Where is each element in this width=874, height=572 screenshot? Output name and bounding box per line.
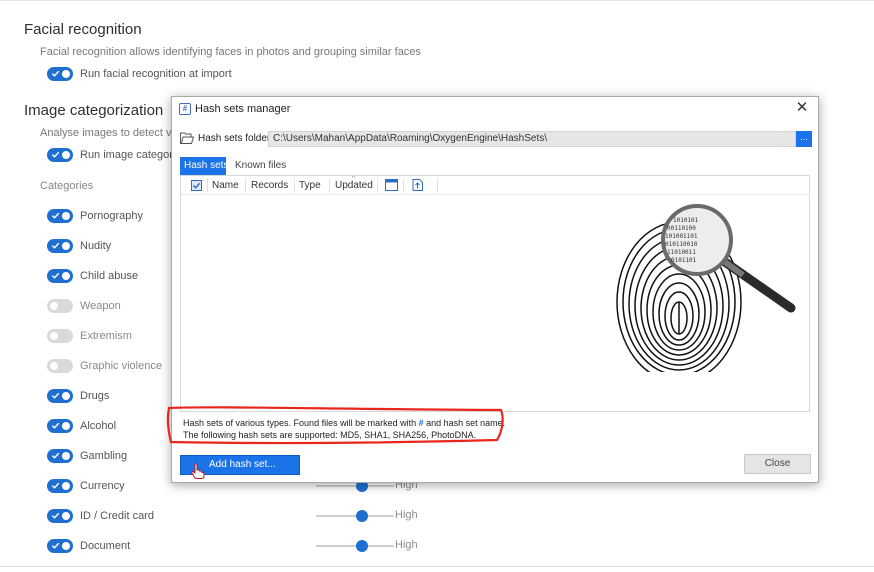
hash-sets-grid[interactable]: Name Records Type ^ Updated 1010101 0011… xyxy=(180,175,810,412)
check-icon xyxy=(51,212,60,219)
check-icon xyxy=(51,542,60,549)
check-icon xyxy=(192,182,201,189)
category-row[interactable]: Weapon xyxy=(47,299,121,313)
hand-cursor-icon xyxy=(191,463,205,479)
svg-text:11010011: 11010011 xyxy=(667,249,696,256)
category-label: Nudity xyxy=(80,240,112,252)
category-row[interactable]: ID / Credit card xyxy=(47,509,154,523)
check-icon xyxy=(51,242,60,249)
window-column-icon[interactable] xyxy=(385,179,398,191)
category-toggle[interactable] xyxy=(47,299,73,313)
dialog-title: Hash sets manager xyxy=(195,103,291,115)
category-toggle[interactable] xyxy=(47,389,73,403)
category-label: Document xyxy=(80,540,131,552)
column-type[interactable]: Type xyxy=(299,180,321,191)
check-icon xyxy=(51,272,60,279)
svg-text:010110010: 010110010 xyxy=(665,241,698,248)
svg-text:00110100: 00110100 xyxy=(667,225,696,232)
category-level-label: High xyxy=(395,539,418,551)
category-toggle[interactable] xyxy=(47,239,73,253)
hash-icon: # xyxy=(179,103,191,115)
category-label: Pornography xyxy=(80,210,143,222)
category-toggle[interactable] xyxy=(47,479,73,493)
slider-thumb[interactable] xyxy=(356,510,368,522)
grid-header: Name Records Type ^ Updated xyxy=(181,176,809,195)
category-label: Child abuse xyxy=(80,270,139,282)
image-categorization-title: Image categorization xyxy=(24,102,164,119)
close-icon[interactable]: ✕ xyxy=(794,100,810,116)
image-run-toggle[interactable] xyxy=(47,148,73,162)
check-icon xyxy=(51,482,60,489)
fingerprint-magnifier-image: 1010101 00110100 101001101 010110010 110… xyxy=(616,204,796,372)
category-row[interactable]: Alcohol xyxy=(47,419,116,433)
image-categorization-description: Analyse images to detect vis xyxy=(40,127,180,139)
category-sensitivity-slider[interactable] xyxy=(316,540,394,552)
category-toggle[interactable] xyxy=(47,269,73,283)
image-run-label: Run image categor xyxy=(80,149,173,161)
category-row[interactable]: Pornography xyxy=(47,209,143,223)
category-label: Weapon xyxy=(80,300,121,312)
category-row[interactable]: Nudity xyxy=(47,239,111,253)
category-label: Alcohol xyxy=(80,420,117,432)
category-label: Gambling xyxy=(80,450,128,462)
bottom-divider xyxy=(0,566,874,567)
check-icon xyxy=(51,422,60,429)
category-row[interactable]: Currency xyxy=(47,479,125,493)
svg-text:0101101: 0101101 xyxy=(671,257,697,264)
slider-thumb[interactable] xyxy=(356,540,368,552)
category-label: Extremism xyxy=(80,330,132,342)
category-toggle[interactable] xyxy=(47,359,73,373)
column-name[interactable]: Name xyxy=(212,180,239,191)
category-label: ID / Credit card xyxy=(80,510,154,522)
svg-text:1010101: 1010101 xyxy=(673,217,699,224)
svg-text:101001101: 101001101 xyxy=(665,233,698,240)
categories-label: Categories xyxy=(40,180,94,192)
check-icon xyxy=(51,70,60,77)
facial-recognition-title: Facial recognition xyxy=(24,21,142,38)
image-run-row[interactable]: Run image categor xyxy=(47,148,173,162)
close-button[interactable]: Close xyxy=(744,454,811,474)
category-toggle[interactable] xyxy=(47,449,73,463)
tab-hash-sets[interactable]: Hash sets xyxy=(180,157,228,175)
red-highlight-annotation xyxy=(166,406,504,445)
category-label: Currency xyxy=(80,480,125,492)
facial-run-row[interactable]: Run facial recognition at import xyxy=(47,67,232,81)
hash-sets-manager-dialog: # Hash sets manager ✕ Hash sets folder C… xyxy=(166,96,819,483)
category-level-label: High xyxy=(395,509,418,521)
hash-sets-folder-row: Hash sets folder C:\Users\Mahan\AppData\… xyxy=(180,131,812,147)
check-icon xyxy=(51,452,60,459)
category-row[interactable]: Drugs xyxy=(47,389,109,403)
facial-recognition-description: Facial recognition allows identifying fa… xyxy=(40,46,421,58)
category-toggle[interactable] xyxy=(47,539,73,553)
dialog-titlebar: # Hash sets manager ✕ xyxy=(172,97,818,121)
category-sensitivity-slider[interactable] xyxy=(316,510,394,522)
category-label: Graphic violence xyxy=(80,360,162,372)
column-records[interactable]: Records xyxy=(251,180,288,191)
category-row[interactable]: Graphic violence xyxy=(47,359,162,373)
category-row[interactable]: Extremism xyxy=(47,329,132,343)
column-updated[interactable]: Updated xyxy=(335,180,373,191)
browse-button[interactable]: ... xyxy=(796,131,812,147)
category-row[interactable]: Document xyxy=(47,539,130,553)
category-toggle[interactable] xyxy=(47,209,73,223)
folder-icon xyxy=(180,132,194,144)
category-row[interactable]: Child abuse xyxy=(47,269,138,283)
select-all-checkbox[interactable] xyxy=(191,180,202,191)
hash-sets-folder-path[interactable]: C:\Users\Mahan\AppData\Roaming\OxygenEng… xyxy=(268,131,796,147)
facial-run-toggle[interactable] xyxy=(47,67,73,81)
hash-sets-folder-label: Hash sets folder xyxy=(198,133,271,144)
check-icon xyxy=(51,151,60,158)
top-divider xyxy=(0,0,874,1)
category-row[interactable]: Gambling xyxy=(47,449,127,463)
facial-run-label: Run facial recognition at import xyxy=(80,68,232,80)
category-label: Drugs xyxy=(80,390,110,402)
check-icon xyxy=(51,392,60,399)
tab-known-files[interactable]: Known files xyxy=(231,157,290,175)
category-toggle[interactable] xyxy=(47,509,73,523)
category-toggle[interactable] xyxy=(47,419,73,433)
export-column-icon[interactable] xyxy=(411,179,424,191)
check-icon xyxy=(51,512,60,519)
category-toggle[interactable] xyxy=(47,329,73,343)
